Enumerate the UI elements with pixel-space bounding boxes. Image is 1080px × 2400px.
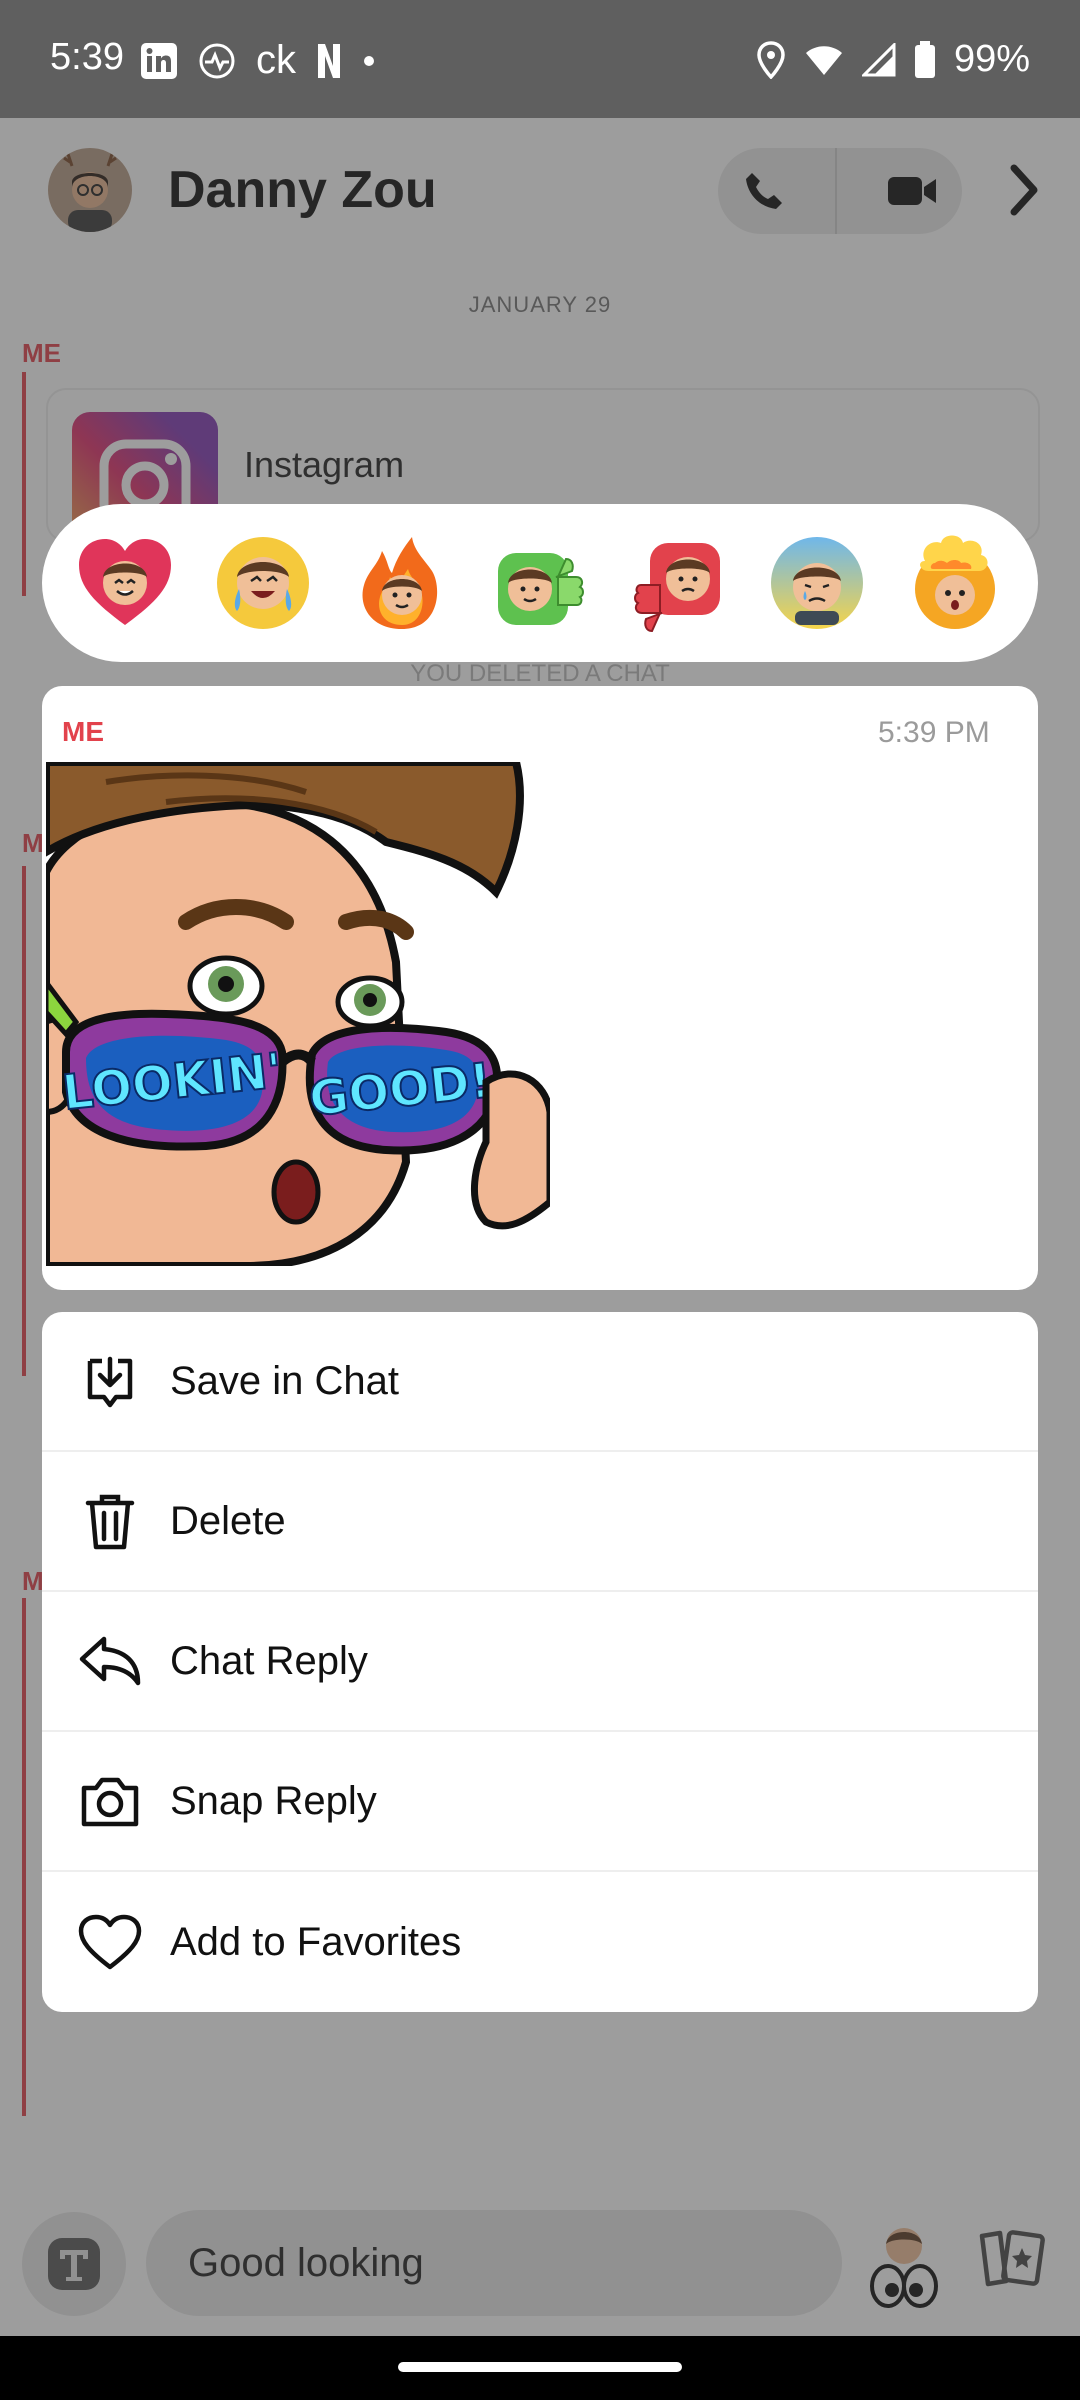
ck-icon: ck: [256, 38, 296, 82]
wifi-icon: [805, 45, 842, 75]
menu-label: Save in Chat: [170, 1358, 400, 1403]
location-icon: [757, 40, 785, 79]
reaction-bar: [42, 504, 1038, 662]
reply-icon: [72, 1631, 148, 1691]
activity-icon: [199, 43, 235, 78]
camera-icon: [72, 1772, 148, 1830]
laughing-tears-bitmoji[interactable]: [213, 533, 313, 633]
status-bar: 5:39 ck 99%: [0, 0, 1080, 118]
thumbs-down-bitmoji[interactable]: [628, 533, 728, 633]
heart-eyes-bitmoji[interactable]: [75, 533, 175, 633]
lookin-good-sticker[interactable]: LOOKIN' GOOD!: [42, 758, 554, 1270]
sad-tear-bitmoji[interactable]: [767, 533, 867, 633]
mind-blown-bitmoji[interactable]: [905, 533, 1005, 633]
menu-item-add-to-favorites[interactable]: Add to Favorites: [42, 1872, 1038, 2012]
trash-icon: [72, 1489, 148, 1553]
dot-icon: [364, 55, 374, 66]
menu-item-snap-reply[interactable]: Snap Reply: [42, 1732, 1038, 1872]
battery-percent: 99%: [953, 38, 1030, 80]
home-gesture-handle[interactable]: [398, 2362, 682, 2372]
status-system-icons: 99%: [756, 38, 1030, 81]
netflix-icon: [318, 43, 340, 78]
deleted-chat-note: YOU DELETED A CHAT: [410, 660, 670, 687]
battery-icon: [914, 40, 935, 78]
fire-bitmoji[interactable]: [352, 533, 452, 633]
menu-item-chat-reply[interactable]: Chat Reply: [42, 1592, 1038, 1732]
menu-item-save-in-chat[interactable]: Save in Chat: [42, 1312, 1038, 1452]
menu-label: Snap Reply: [170, 1778, 377, 1823]
status-time: 5:39: [50, 36, 124, 78]
signal-icon: [861, 42, 896, 76]
status-notification-icons: ck: [140, 38, 376, 83]
message-timestamp: 5:39 PM: [878, 716, 990, 749]
menu-label: Delete: [170, 1498, 286, 1543]
menu-label: Chat Reply: [170, 1638, 368, 1683]
menu-item-delete[interactable]: Delete: [42, 1452, 1038, 1592]
bottom-dim-overlay[interactable]: [0, 2186, 1080, 2336]
message-sender-label: ME: [62, 716, 104, 747]
menu-label: Add to Favorites: [170, 1919, 462, 1964]
linkedin-icon: [141, 42, 177, 79]
thumbs-up-bitmoji[interactable]: [490, 533, 590, 633]
save-icon: [72, 1351, 148, 1411]
message-context-menu: Save in Chat Delete Chat Reply Snap Repl…: [42, 1312, 1038, 2012]
heart-icon: [72, 1913, 148, 1971]
